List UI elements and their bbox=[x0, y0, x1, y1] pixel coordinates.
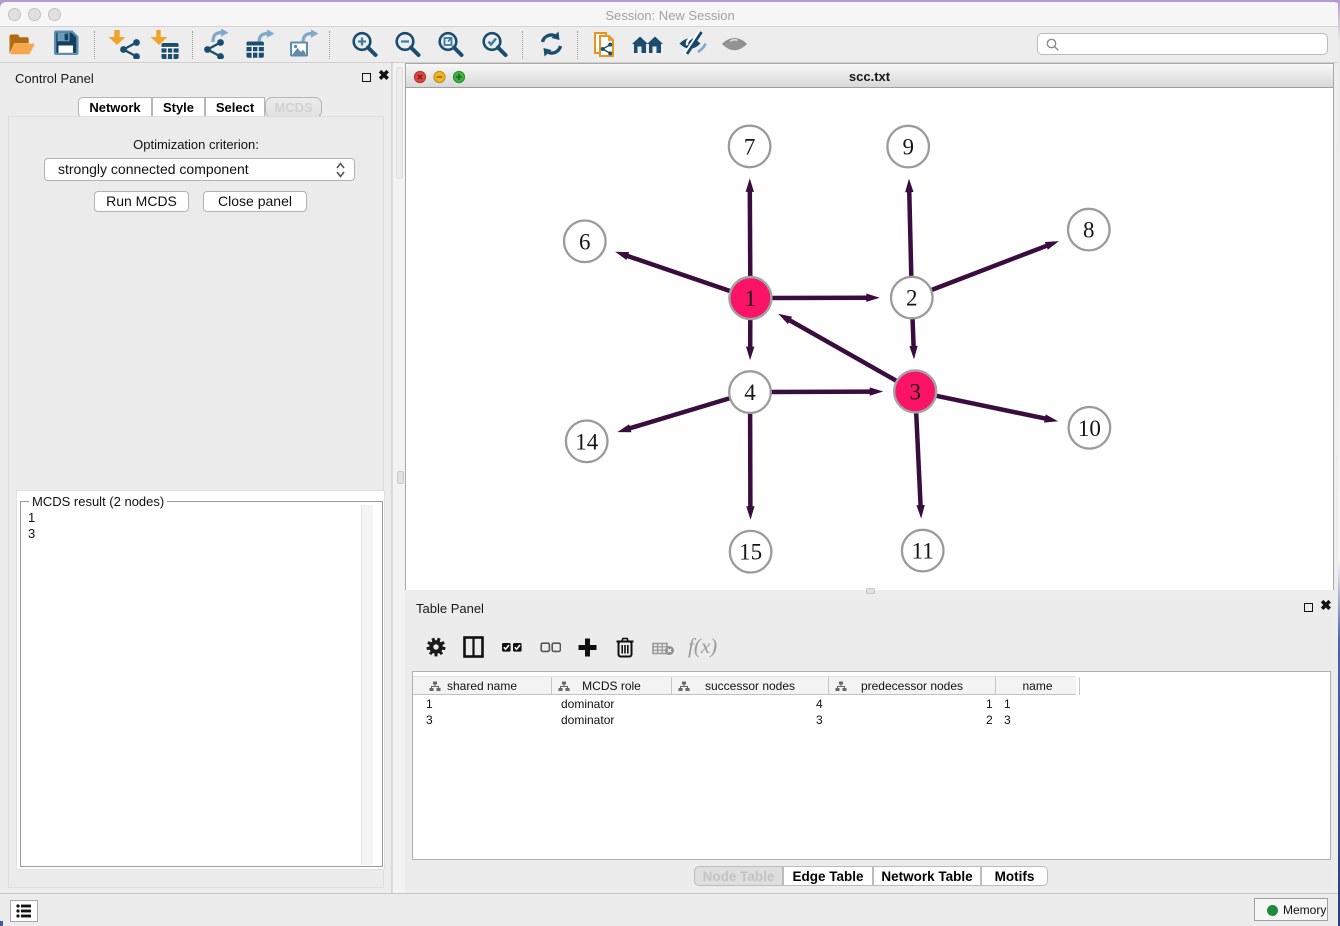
svg-text:1: 1 bbox=[745, 286, 757, 311]
svg-text:11: 11 bbox=[912, 539, 934, 564]
svg-text:8: 8 bbox=[1083, 218, 1095, 243]
svg-text:2: 2 bbox=[906, 286, 918, 311]
svg-text:9: 9 bbox=[902, 135, 914, 160]
svg-text:10: 10 bbox=[1078, 416, 1101, 441]
svg-text:15: 15 bbox=[739, 540, 762, 565]
svg-text:14: 14 bbox=[575, 429, 599, 454]
svg-text:3: 3 bbox=[909, 379, 921, 404]
svg-text:7: 7 bbox=[744, 134, 756, 159]
svg-text:6: 6 bbox=[579, 229, 591, 254]
svg-text:4: 4 bbox=[744, 380, 756, 405]
